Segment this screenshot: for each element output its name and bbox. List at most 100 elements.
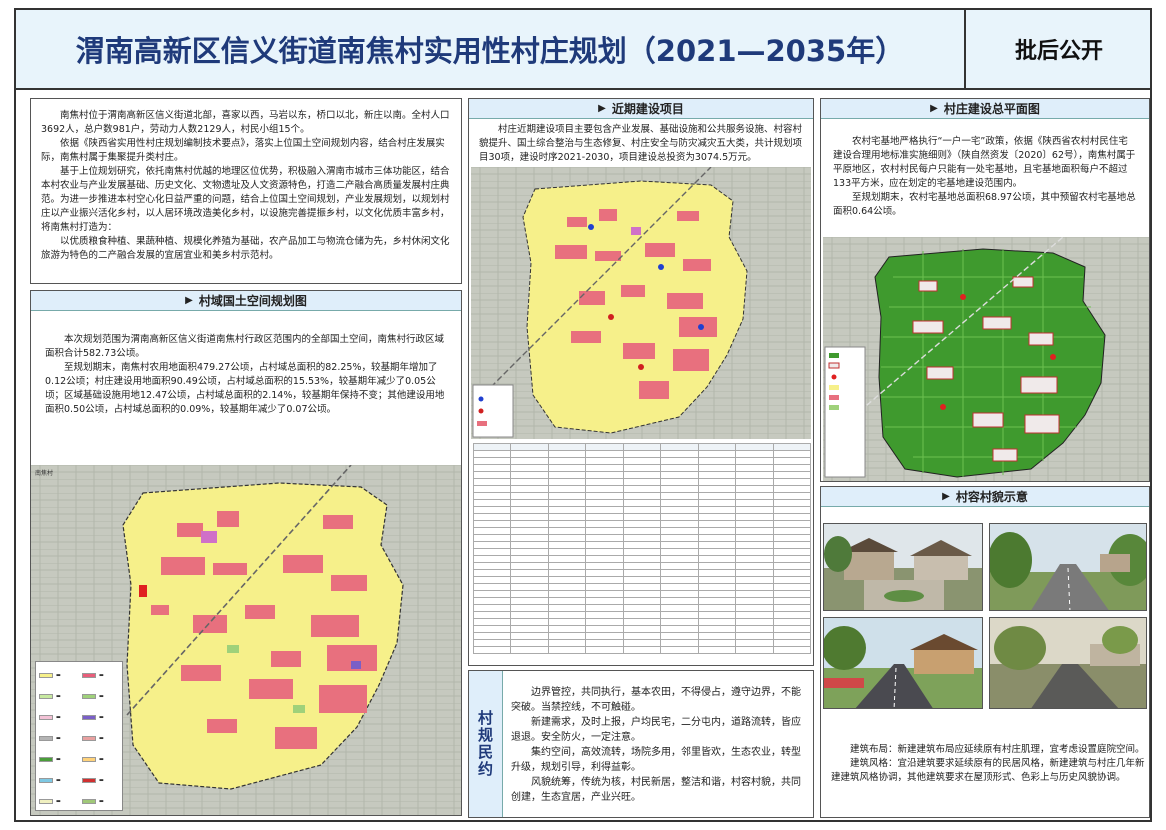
village-rule-1: 边界管控，共同执行，基本农田，不得侵占，遵守边界，不能突破。当禁控线，不可触碰。: [511, 687, 801, 713]
table-cell: [510, 604, 549, 612]
table-cell: [735, 534, 774, 542]
table-cell: [772, 527, 811, 535]
appearance-panel: ▶ 村容村貌示意 建筑布局：新建建筑布局应延续原有村庄肌理，宜考虑设置庭院空间。…: [820, 486, 1150, 818]
table-cell: [473, 597, 512, 605]
table-cell: [547, 604, 587, 612]
table-cell: [473, 471, 512, 479]
table-cell: [547, 499, 587, 507]
construction-header: ▶ 村庄建设总平面图: [821, 99, 1149, 119]
table-cell: [547, 513, 587, 521]
table-cell: [510, 443, 549, 451]
table-cell: [697, 562, 737, 570]
table-cell: [772, 569, 811, 577]
table-cell: [697, 450, 737, 458]
legend-item: ▬: [39, 665, 76, 684]
table-cell: [585, 576, 624, 584]
table-cell: [473, 583, 512, 591]
table-cell: [473, 562, 512, 570]
table-cell: [735, 485, 774, 493]
table-cell: [547, 611, 587, 619]
table-cell: [697, 590, 737, 598]
table-row: [473, 576, 811, 584]
table-row: [473, 590, 811, 598]
table-cell: [510, 492, 549, 500]
table-row: [473, 548, 811, 556]
table-cell: [547, 639, 587, 647]
table-cell: [735, 464, 774, 472]
construction-heading: 村庄建设总平面图: [943, 102, 1040, 116]
table-cell: [585, 625, 624, 633]
table-cell: [473, 485, 512, 493]
table-cell: [772, 492, 811, 500]
table-cell: [585, 450, 624, 458]
table-cell: [585, 513, 624, 521]
table-row: [473, 597, 811, 605]
table-cell: [547, 583, 587, 591]
village-photo-street: [823, 617, 983, 709]
table-cell: [473, 513, 512, 521]
appearance-heading: 村容村貌示意: [955, 490, 1028, 504]
intro-paragraph-1: 南焦村位于渭南高新区信义街道北部，喜家以西，马岩以东，桥口以北，新庄以南。全村人…: [41, 110, 450, 135]
table-cell: [735, 541, 774, 549]
page-title: 渭南高新区信义街道南焦村实用性村庄规划（2021—2035年）: [16, 10, 966, 88]
table-cell: [510, 450, 549, 458]
table-cell: [772, 604, 811, 612]
table-row: [473, 492, 811, 500]
table-cell: [660, 478, 699, 486]
table-cell: [547, 590, 587, 598]
map-north-label: 南焦村: [35, 469, 53, 477]
legend-item: ▬: [39, 812, 76, 815]
table-cell: [697, 492, 737, 500]
table-cell: [585, 506, 624, 514]
table-cell: [622, 534, 662, 542]
table-cell: [697, 611, 737, 619]
table-cell: [735, 471, 774, 479]
triangle-icon: ▶: [942, 491, 950, 502]
table-cell: [772, 513, 811, 521]
legend-item: ▬: [82, 749, 119, 768]
table-cell: [697, 527, 737, 535]
projects-header: ▶ 近期建设项目: [469, 99, 813, 119]
table-cell: [622, 646, 662, 654]
construction-panel: ▶ 村庄建设总平面图 农村宅基地严格执行“一户一宅”政策，依据《陕西省农村村民住…: [820, 98, 1150, 482]
table-cell: [697, 548, 737, 556]
courtyard-photo-svg: [824, 524, 982, 610]
table-row: [473, 450, 811, 458]
table-cell: [510, 646, 549, 654]
table-cell: [473, 548, 512, 556]
table-cell: [585, 611, 624, 619]
table-cell: [473, 464, 512, 472]
table-cell: [697, 471, 737, 479]
table-cell: [697, 443, 737, 451]
project-table-grid: [473, 443, 811, 654]
table-cell: [473, 457, 512, 465]
table-cell: [735, 492, 774, 500]
table-cell: [585, 597, 624, 605]
table-cell: [622, 576, 662, 584]
table-cell: [772, 464, 811, 472]
village-rules-title: 村规民约: [476, 710, 494, 778]
table-cell: [585, 527, 624, 535]
lane-photo-svg: [990, 618, 1146, 708]
table-cell: [735, 450, 774, 458]
table-cell: [697, 597, 737, 605]
appearance-header: ▶ 村容村貌示意: [821, 487, 1149, 507]
table-row: [473, 485, 811, 493]
village-rule-3: 集约空间，高效流转，场院多用，邻里皆欢，生态农业，转型升级，规划引导，利得益彰。: [511, 747, 801, 773]
table-cell: [510, 583, 549, 591]
intro-paragraph-3: 基于上位规划研究，依托南焦村优越的地理区位优势，积极融入渭南市城市三体功能区，结…: [41, 166, 450, 233]
legend-item: ▬: [82, 707, 119, 726]
project-map: [471, 167, 811, 439]
table-cell: [510, 632, 549, 640]
table-cell: [547, 478, 587, 486]
table-cell: [660, 471, 699, 479]
table-cell: [660, 590, 699, 598]
triangle-icon: ▶: [185, 295, 193, 306]
table-row: [473, 625, 811, 633]
table-cell: [697, 632, 737, 640]
table-cell: [660, 639, 699, 647]
construction-map-svg: [823, 237, 1149, 481]
table-cell: [622, 485, 662, 493]
table-cell: [735, 499, 774, 507]
table-cell: [697, 541, 737, 549]
